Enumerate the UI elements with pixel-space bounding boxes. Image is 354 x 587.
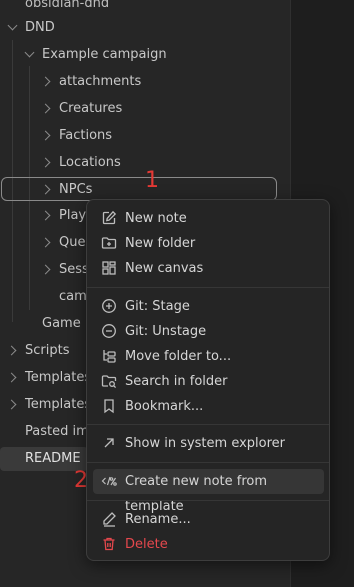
pencil-icon <box>103 512 116 527</box>
menu-item-new-canvas[interactable]: New canvas <box>93 256 324 281</box>
folder-attachments[interactable]: attachments <box>0 70 290 94</box>
menu-item-label: Git: Unstage <box>125 324 207 339</box>
menu-separator <box>87 287 329 288</box>
canvas-icon <box>102 261 116 275</box>
menu-item-rename[interactable]: Rename... <box>93 507 324 532</box>
file-game-log[interactable]: Game l <box>0 312 86 336</box>
folder-label: Example campaign <box>42 47 167 62</box>
menu-item-label: Show in system explorer <box>125 436 286 451</box>
vault-name: obsidian-dnd <box>25 0 110 11</box>
chevron-down-icon <box>24 47 35 58</box>
chevron-right-icon <box>40 184 51 195</box>
menu-separator <box>87 500 329 501</box>
template-icon <box>101 476 117 486</box>
menu-item-label: Git: Stage <box>125 299 190 314</box>
file-campaign[interactable]: cam <box>0 285 86 309</box>
bookmark-icon <box>104 399 114 414</box>
chevron-right-icon <box>40 76 51 87</box>
edit-icon <box>102 210 117 225</box>
context-menu: New note New folder New canvas Git: Stag… <box>86 199 330 561</box>
folder-label: NPCs <box>59 182 93 197</box>
menu-item-label: Rename... <box>125 512 191 527</box>
menu-item-label: Search in folder <box>125 374 228 389</box>
folder-templates-2[interactable]: Templates <box>0 393 86 417</box>
menu-separator <box>87 462 329 463</box>
folder-quests[interactable]: Que <box>0 231 86 255</box>
folder-creatures[interactable]: Creatures <box>0 97 290 121</box>
menu-item-label: New canvas <box>125 261 204 276</box>
menu-item-label: Delete <box>125 537 168 552</box>
folder-templates[interactable]: Templates <box>0 366 86 390</box>
chevron-right-icon <box>40 210 51 221</box>
folder-label: Scripts <box>25 343 70 358</box>
menu-item-new-folder[interactable]: New folder <box>93 231 324 256</box>
folder-label: Play <box>59 208 86 223</box>
menu-item-label: New note <box>125 211 187 226</box>
menu-item-delete[interactable]: Delete <box>93 532 324 557</box>
menu-item-bookmark[interactable]: Bookmark... <box>93 394 324 419</box>
folder-dnd[interactable]: DND <box>0 16 290 40</box>
step-1-marker: 1 <box>145 168 159 193</box>
chevron-right-icon <box>40 157 51 168</box>
folder-players[interactable]: Play <box>0 204 86 228</box>
folder-label: Templates <box>25 397 86 412</box>
folder-plus-icon <box>101 237 117 249</box>
folder-label: Factions <box>59 128 113 143</box>
menu-item-label: Bookmark... <box>125 399 204 414</box>
folder-factions[interactable]: Factions <box>0 124 290 148</box>
menu-separator <box>87 424 329 425</box>
file-label: Pasted im <box>25 424 86 439</box>
menu-item-git-stage[interactable]: Git: Stage <box>93 294 324 319</box>
folder-scripts[interactable]: Scripts <box>0 339 86 363</box>
folder-label: Sess <box>59 262 86 277</box>
folder-label: Templates <box>25 370 86 385</box>
folder-label: attachments <box>59 74 142 89</box>
plus-circle-icon <box>102 299 116 313</box>
chevron-right-icon <box>40 103 51 114</box>
chevron-right-icon <box>40 264 51 275</box>
folder-example-campaign[interactable]: Example campaign <box>0 43 290 67</box>
menu-item-new-note[interactable]: New note <box>93 206 324 231</box>
chevron-right-icon <box>6 345 17 356</box>
chevron-right-icon <box>40 130 51 141</box>
folder-sessions[interactable]: Sess <box>0 258 86 282</box>
chevron-down-icon <box>7 20 18 31</box>
folder-label: DND <box>25 20 55 35</box>
menu-item-create-from-template[interactable]: Create new note from template <box>93 469 324 514</box>
menu-item-git-unstage[interactable]: Git: Unstage <box>93 319 324 344</box>
menu-item-label: New folder <box>125 236 196 251</box>
menu-item-search-in-folder[interactable]: Search in folder <box>93 369 324 394</box>
menu-item-label: Move folder to... <box>125 349 232 364</box>
menu-item-move-folder[interactable]: Move folder to... <box>93 344 324 369</box>
minus-circle-icon <box>102 324 116 338</box>
chevron-right-icon <box>40 237 51 248</box>
file-label: README <box>25 451 81 466</box>
folder-search-icon <box>101 375 117 389</box>
chevron-right-icon <box>6 372 17 383</box>
folder-label: Que <box>59 235 86 250</box>
menu-item-show-in-explorer[interactable]: Show in system explorer <box>93 431 324 456</box>
file-pasted-image[interactable]: Pasted im <box>0 420 86 444</box>
trash-icon <box>103 537 115 551</box>
arrow-up-right-icon <box>104 438 114 448</box>
folder-label: Locations <box>59 155 121 170</box>
file-label: Game l <box>42 316 86 331</box>
folder-label: Creatures <box>59 101 123 116</box>
folder-tree-icon <box>103 350 116 363</box>
chevron-right-icon <box>6 399 17 410</box>
file-label: cam <box>59 289 86 304</box>
